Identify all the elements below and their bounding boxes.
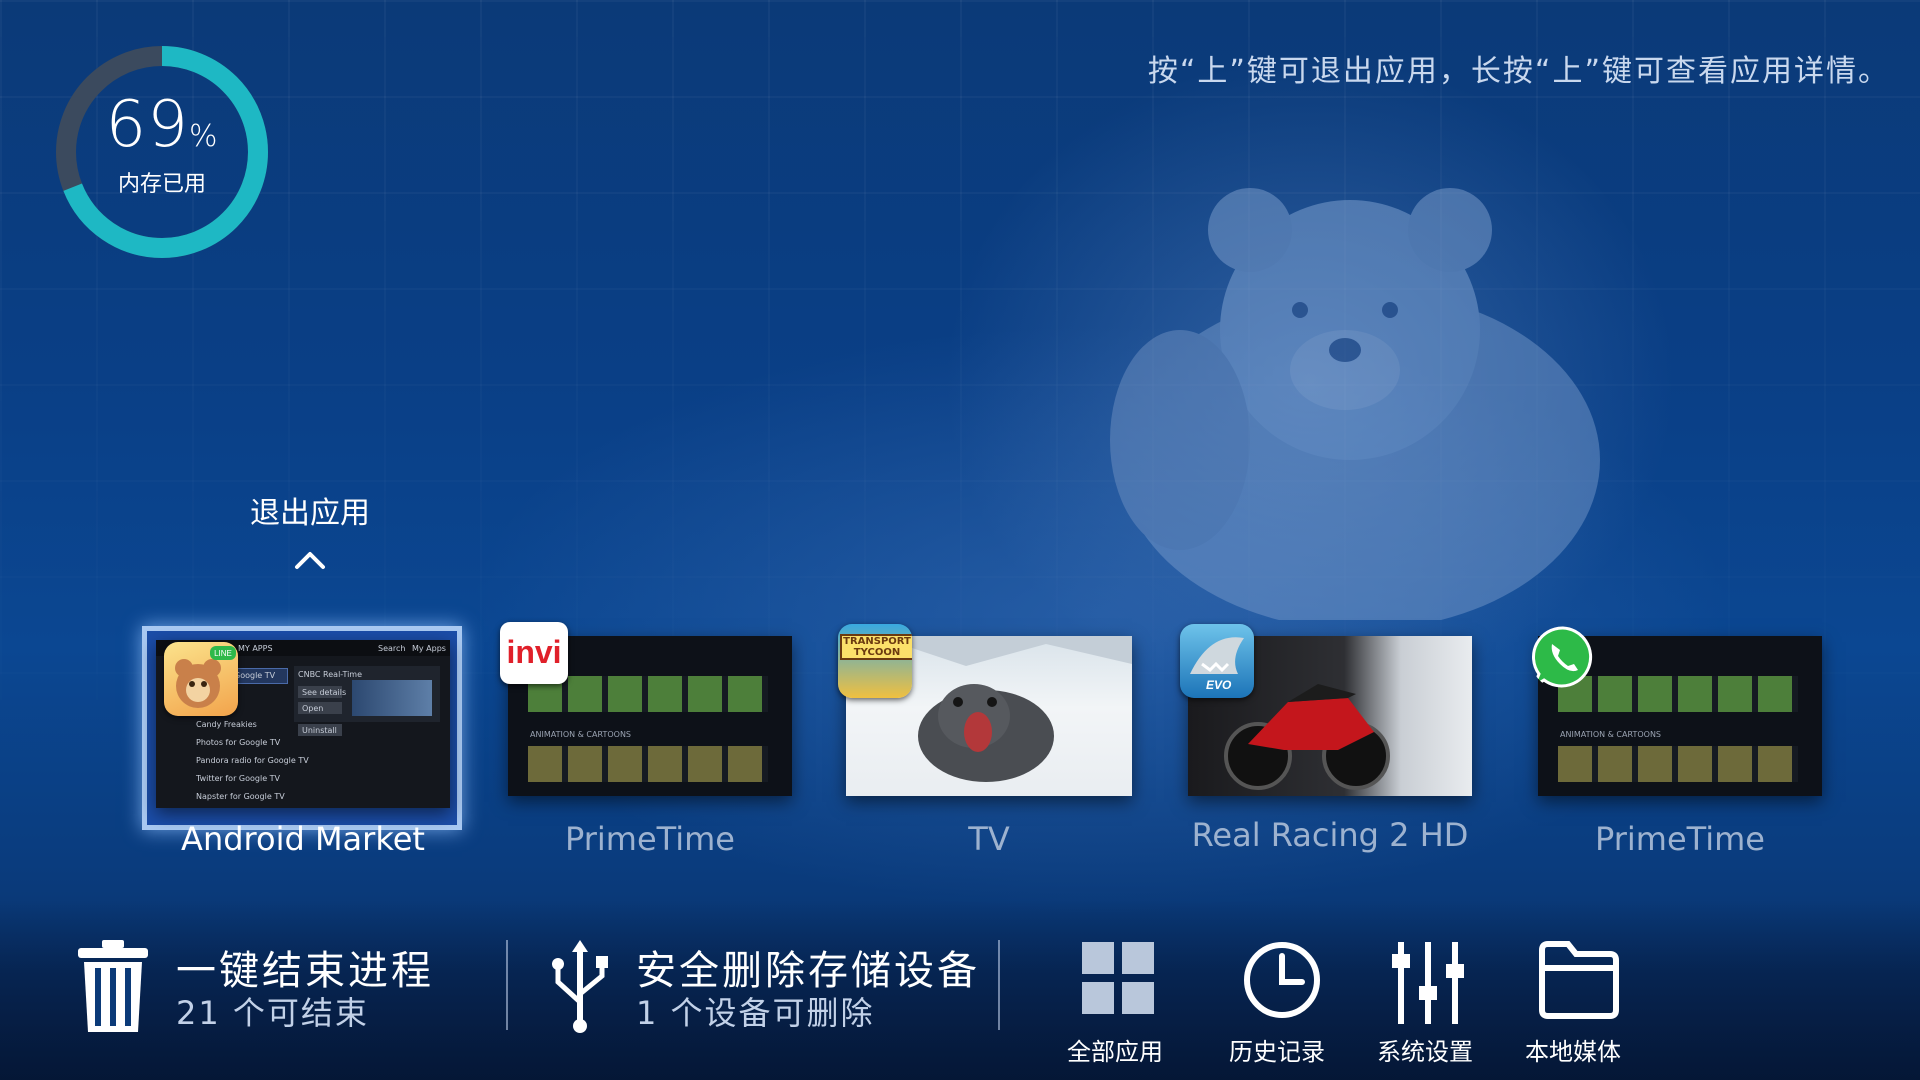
history-label: 历史记录: [1229, 1038, 1325, 1066]
settings-button[interactable]: 系统设置: [1370, 940, 1480, 1070]
exit-app-label: 退出应用: [250, 496, 370, 531]
memory-label: 内存已用: [117, 172, 206, 197]
svg-text:LINE: LINE: [214, 649, 232, 658]
kill-processes-button[interactable]: 一键结束进程 21 个可结束: [70, 930, 470, 1040]
sliders-icon: [1392, 942, 1464, 1024]
transport-tycoon-icon: TRANSPORT TYCOON: [838, 624, 912, 698]
whatsapp-icon: [1530, 624, 1596, 690]
shot-search-label: Search: [378, 644, 406, 653]
kill-processes-count: 21 个可结束: [176, 994, 369, 1032]
invi-app-icon: invi: [500, 622, 568, 684]
app-card-title: PrimeTime: [1595, 820, 1765, 858]
hungry-shark-evo-icon: EVO: [1180, 624, 1254, 698]
shot-list-item: Napster for Google TV: [196, 792, 285, 801]
divider: [998, 940, 1000, 1030]
shot-button-label: Open: [302, 704, 324, 713]
shot-list-item: Photos for Google TV: [196, 738, 281, 747]
local-media-label: 本地媒体: [1525, 1038, 1621, 1066]
app-card-title: TV: [968, 820, 1010, 858]
app-card-title: Android Market: [181, 820, 425, 858]
usb-icon: [552, 940, 608, 1033]
app-card-title: PrimeTime: [565, 820, 735, 858]
chevron-up-icon: [295, 552, 325, 569]
memory-percent-value: 69: [105, 88, 189, 162]
background-bear-image: [1110, 188, 1600, 620]
shot-detail-title: CNBC Real-Time: [298, 670, 363, 679]
divider: [506, 940, 508, 1030]
usage-hint: 按“上”键可退出应用，长按“上”键可查看应用详情。: [1147, 54, 1890, 89]
shot-section-label: ANIMATION & CARTOONS: [530, 730, 631, 739]
local-media-button[interactable]: 本地媒体: [1518, 940, 1628, 1070]
shot-list-item: Twitter for Google TV: [196, 774, 281, 783]
all-apps-button[interactable]: 全部应用: [1060, 940, 1170, 1070]
memory-usage-ring: 69% 内存已用: [52, 42, 272, 262]
memory-percent: 69%: [52, 88, 272, 162]
evo-icon-text: EVO: [1206, 678, 1232, 692]
shot-button-label: Uninstall: [302, 726, 337, 735]
shot-button-label: See details: [302, 688, 347, 697]
invi-icon-text: invi: [506, 634, 562, 670]
eject-storage-count: 1 个设备可删除: [636, 994, 875, 1032]
trash-icon: [78, 940, 148, 1032]
folder-icon: [1539, 941, 1619, 1019]
shot-list-item: Candy Freakies: [196, 720, 257, 729]
memory-percent-unit: %: [188, 119, 219, 154]
grid-icon: [1082, 942, 1154, 1014]
history-button[interactable]: 历史记录: [1222, 940, 1332, 1070]
all-apps-label: 全部应用: [1067, 1038, 1163, 1066]
shot-section-label: ANIMATION & CARTOONS: [1560, 730, 1661, 739]
eject-storage-button[interactable]: 安全删除存储设备 1 个设备可删除: [540, 930, 1000, 1040]
app-card-title: Real Racing 2 HD: [1191, 816, 1469, 854]
shot-list-item: Pandora radio for Google TV: [196, 756, 309, 765]
line-app-icon: LINE: [164, 642, 238, 716]
shot-myapps-label: My Apps: [412, 644, 446, 653]
clock-icon: [1244, 942, 1320, 1018]
transport-tycoon-text: TRANSPORT TYCOON: [840, 634, 912, 660]
settings-label: 系统设置: [1377, 1038, 1473, 1066]
shot-list-item: Google TV: [234, 671, 276, 680]
shot-tab-label: MY APPS: [238, 644, 273, 653]
